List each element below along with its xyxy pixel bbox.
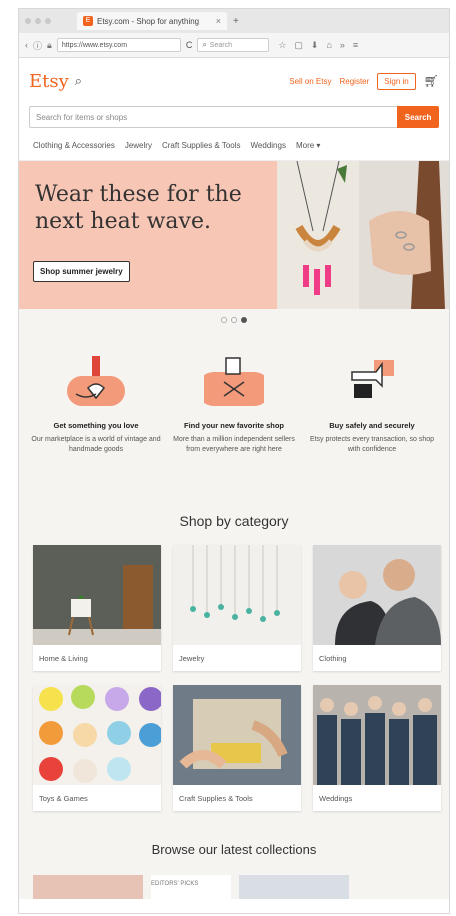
window-controls[interactable] — [25, 18, 51, 24]
reading-list-icon[interactable]: ▢ — [294, 40, 303, 51]
browser-search-placeholder: Search — [209, 41, 232, 49]
sell-on-etsy-link[interactable]: Sell on Etsy — [289, 77, 331, 86]
search-icon: ⌕ — [202, 40, 207, 49]
category-card-home-living[interactable]: Home & Living — [33, 545, 161, 671]
value-prop-title: Buy safely and securely — [329, 421, 415, 430]
back-icon[interactable]: ‹ — [25, 40, 28, 50]
category-grid: Home & Living Jewelry Clothing Toys & Ga… — [19, 541, 449, 825]
value-prop-love: Get something you love Our marketplace i… — [27, 345, 165, 501]
browse-collections-title: Browse our latest collections — [19, 825, 449, 875]
site-search-button[interactable]: Search — [397, 106, 439, 128]
header-search-icon[interactable]: ⌕ — [75, 73, 82, 89]
hero-necklace-image[interactable] — [277, 161, 359, 309]
carousel-dot-active[interactable] — [241, 317, 247, 323]
category-label: Jewelry — [179, 653, 205, 663]
browser-toolbar-icons: ☆ ▢ ⬇ ⌂ » ≡ — [278, 40, 358, 51]
carousel-dots — [19, 309, 449, 331]
overflow-icon[interactable]: » — [340, 40, 345, 51]
nav-item-craft-supplies[interactable]: Craft Supplies & Tools — [162, 141, 241, 150]
hero-banner: Wear these for the next heat wave. Shop … — [19, 161, 449, 309]
value-prop-desc: Our marketplace is a world of vintage an… — [31, 436, 161, 453]
nav-item-weddings[interactable]: Weddings — [251, 141, 286, 150]
category-image — [173, 545, 301, 645]
category-label: Home & Living — [39, 653, 88, 663]
category-label: Clothing — [319, 653, 347, 663]
browser-search-box[interactable]: ⌕ Search — [197, 38, 270, 52]
category-label: Craft Supplies & Tools — [179, 793, 253, 803]
collections-preview: EDITORS' PICKS — [19, 875, 449, 899]
download-icon[interactable]: ⬇ — [311, 40, 319, 51]
collection-image[interactable] — [33, 875, 143, 899]
category-card-toys-games[interactable]: Toys & Games — [33, 685, 161, 811]
value-props: Get something you love Our marketplace i… — [19, 331, 449, 501]
header-actions: Sell on Etsy Register Sign in 🛒︎ — [289, 72, 439, 90]
hero-text-panel: Wear these for the next heat wave. Shop … — [19, 161, 277, 309]
lock-icon: 🔒︎ — [47, 39, 52, 50]
etsy-logo[interactable]: Etsy — [29, 71, 69, 92]
hero-title: Wear these for the next heat wave. — [35, 182, 242, 234]
close-tab-icon[interactable]: × — [216, 16, 221, 26]
cart-icon[interactable]: 🛒︎ — [424, 74, 439, 88]
category-label: Toys & Games — [39, 793, 88, 803]
site-search-input[interactable]: Search for items or shops — [29, 106, 398, 128]
secure-purchase-icon — [307, 345, 437, 415]
site-search: Search for items or shops Search — [19, 104, 449, 130]
category-label: Weddings — [319, 793, 353, 803]
carousel-dot[interactable] — [221, 317, 227, 323]
nav-item-jewelry[interactable]: Jewelry — [125, 141, 152, 150]
hero-ring-hand-image[interactable] — [359, 161, 449, 309]
address-bar[interactable]: https://www.etsy.com — [56, 38, 181, 52]
register-link[interactable]: Register — [340, 77, 370, 86]
home-icon[interactable]: ⌂ — [326, 40, 331, 51]
browser-navbar: ‹ ⓘ 🔒︎ https://www.etsy.com C ⌕ Search ☆… — [19, 33, 449, 58]
site-header: Etsy ⌕ Sell on Etsy Register Sign in 🛒︎ — [19, 58, 449, 104]
carousel-dot[interactable] — [231, 317, 237, 323]
url-text: https://www.etsy.com — [61, 41, 128, 49]
value-prop-desc: Etsy protects every transaction, so shop… — [309, 436, 435, 453]
nav-item-more[interactable]: More ▾ — [296, 141, 320, 150]
shop-box-icon — [169, 345, 299, 415]
browser-tab[interactable]: E Etsy.com - Shop for anything × — [77, 12, 227, 30]
browser-window: E Etsy.com - Shop for anything × + ‹ ⓘ 🔒… — [18, 8, 450, 914]
category-image — [33, 545, 161, 645]
category-card-clothing[interactable]: Clothing — [313, 545, 441, 671]
value-prop-title: Find your new favorite shop — [183, 421, 284, 430]
tab-title: Etsy.com - Shop for anything — [97, 16, 200, 26]
value-prop-shop: Find your new favorite shop More than a … — [165, 345, 303, 501]
sign-in-button[interactable]: Sign in — [377, 72, 416, 90]
value-prop-desc: More than a million independent sellers … — [173, 436, 295, 453]
value-prop-secure: Buy safely and securely Etsy protects ev… — [303, 345, 441, 501]
bookmark-star-icon[interactable]: ☆ — [278, 40, 286, 51]
new-tab-icon[interactable]: + — [233, 16, 239, 27]
category-image — [313, 545, 441, 645]
collection-image[interactable] — [239, 875, 349, 899]
category-card-weddings[interactable]: Weddings — [313, 685, 441, 811]
value-prop-title: Get something you love — [53, 421, 139, 430]
nav-item-clothing[interactable]: Clothing & Accessories — [33, 141, 115, 150]
gift-heart-icon — [31, 345, 161, 415]
category-card-jewelry[interactable]: Jewelry — [173, 545, 301, 671]
info-icon[interactable]: ⓘ — [33, 39, 42, 52]
reload-icon[interactable]: C — [186, 40, 193, 50]
shop-by-category-title: Shop by category — [19, 501, 449, 541]
shop-summer-jewelry-button[interactable]: Shop summer jewelry — [33, 261, 130, 282]
browser-tabbar: E Etsy.com - Shop for anything × + — [19, 9, 449, 33]
editors-picks-label: EDITORS' PICKS — [151, 875, 231, 899]
category-card-craft-supplies[interactable]: Craft Supplies & Tools — [173, 685, 301, 811]
category-image — [173, 685, 301, 785]
menu-icon[interactable]: ≡ — [353, 40, 358, 51]
category-nav: Clothing & Accessories Jewelry Craft Sup… — [19, 130, 449, 161]
category-image — [33, 685, 161, 785]
category-image — [313, 685, 441, 785]
etsy-favicon-icon: E — [83, 16, 93, 26]
